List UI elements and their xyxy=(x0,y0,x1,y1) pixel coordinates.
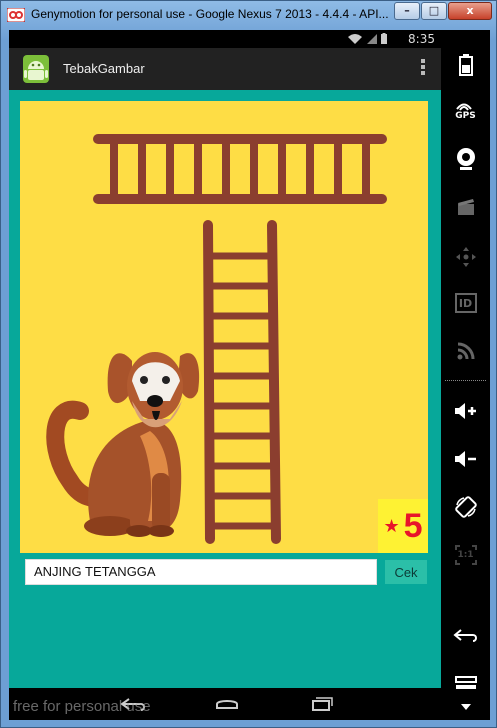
status-bar: 8:35 xyxy=(9,30,441,48)
watermark: free for personal use xyxy=(13,698,151,715)
status-time: 8:35 xyxy=(408,32,435,46)
check-button[interactable]: Cek xyxy=(385,560,427,584)
pixel-perfect-label: 1:1 xyxy=(457,550,474,560)
home-icon[interactable] xyxy=(213,696,241,712)
game-content: ★ 5 ANJING TETANGGA Cek xyxy=(9,90,441,688)
dpad-widget-button[interactable] xyxy=(441,240,490,274)
puzzle-picture: ★ 5 xyxy=(20,101,428,553)
rotate-icon xyxy=(454,496,477,518)
chevron-down-icon xyxy=(460,704,471,710)
horizontal-ladder xyxy=(93,134,387,204)
genymotion-logo xyxy=(7,8,25,22)
battery-widget-button[interactable] xyxy=(441,48,490,82)
puzzle-illustration xyxy=(46,134,387,544)
score-badge: ★ 5 xyxy=(378,499,428,553)
minimize-label: – xyxy=(404,4,410,17)
gps-icon xyxy=(456,103,473,111)
dpad-icon xyxy=(455,247,476,267)
rss-icon xyxy=(457,342,474,360)
overflow-menu-icon[interactable] xyxy=(421,59,427,77)
signal-icon xyxy=(367,34,377,44)
battery-icon xyxy=(381,33,387,44)
sidebar-back-button[interactable] xyxy=(441,618,490,652)
window-title-bar[interactable]: Genymotion for personal use - Google Nex… xyxy=(1,1,497,29)
action-bar: TebakGambar xyxy=(9,48,441,90)
status-icons xyxy=(348,33,387,44)
device-screen: 8:35 TebakGambar ★ 5 ANJING TETANGGA Cek… xyxy=(9,30,441,720)
sidebar-menu-button[interactable] xyxy=(441,666,490,700)
battery-icon xyxy=(458,54,473,76)
maximize-label: □ xyxy=(428,4,440,17)
rotate-button[interactable] xyxy=(441,490,490,524)
sidebar-divider xyxy=(445,380,486,381)
recents-icon[interactable] xyxy=(307,696,335,712)
android-app-icon[interactable] xyxy=(21,53,51,85)
clapper-icon xyxy=(457,199,474,215)
volume-down-button[interactable] xyxy=(441,442,490,476)
id-widget-button[interactable]: ID xyxy=(441,286,490,320)
webcam-icon xyxy=(456,148,475,170)
answer-input[interactable]: ANJING TETANGGA xyxy=(25,559,377,585)
window-title: Genymotion for personal use - Google Nex… xyxy=(31,7,389,21)
back-icon xyxy=(452,629,477,642)
network-widget-button[interactable] xyxy=(441,334,490,368)
dog-illustration xyxy=(46,352,200,537)
star-icon: ★ xyxy=(383,515,400,537)
sidebar-expand-button[interactable] xyxy=(441,696,490,718)
maximize-button[interactable]: □ xyxy=(421,2,447,20)
id-label: ID xyxy=(458,296,473,310)
gps-label: GPS xyxy=(455,111,476,121)
minimize-button[interactable]: – xyxy=(394,2,420,20)
app-title: TebakGambar xyxy=(63,61,145,76)
close-button[interactable]: x xyxy=(448,2,492,20)
pixel-perfect-button[interactable]: 1:1 xyxy=(441,538,490,572)
volume-up-button[interactable] xyxy=(441,394,490,428)
capture-widget-button[interactable] xyxy=(441,190,490,224)
webcam-widget-button[interactable] xyxy=(441,142,490,176)
volume-down-icon xyxy=(454,451,476,467)
close-label: x xyxy=(466,4,474,17)
wifi-icon xyxy=(348,34,362,44)
vertical-ladder xyxy=(203,220,281,544)
menu-icon xyxy=(454,676,477,689)
id-icon: ID xyxy=(454,293,477,313)
pixel-perfect-icon: 1:1 xyxy=(454,544,478,566)
gps-widget-button[interactable]: GPS xyxy=(441,94,490,128)
genymotion-sidebar: GPS ID 1:1 xyxy=(441,30,490,720)
score-value: 5 xyxy=(403,506,423,545)
genymotion-window: Genymotion for personal use - Google Nex… xyxy=(0,0,497,728)
volume-up-icon xyxy=(454,403,476,419)
